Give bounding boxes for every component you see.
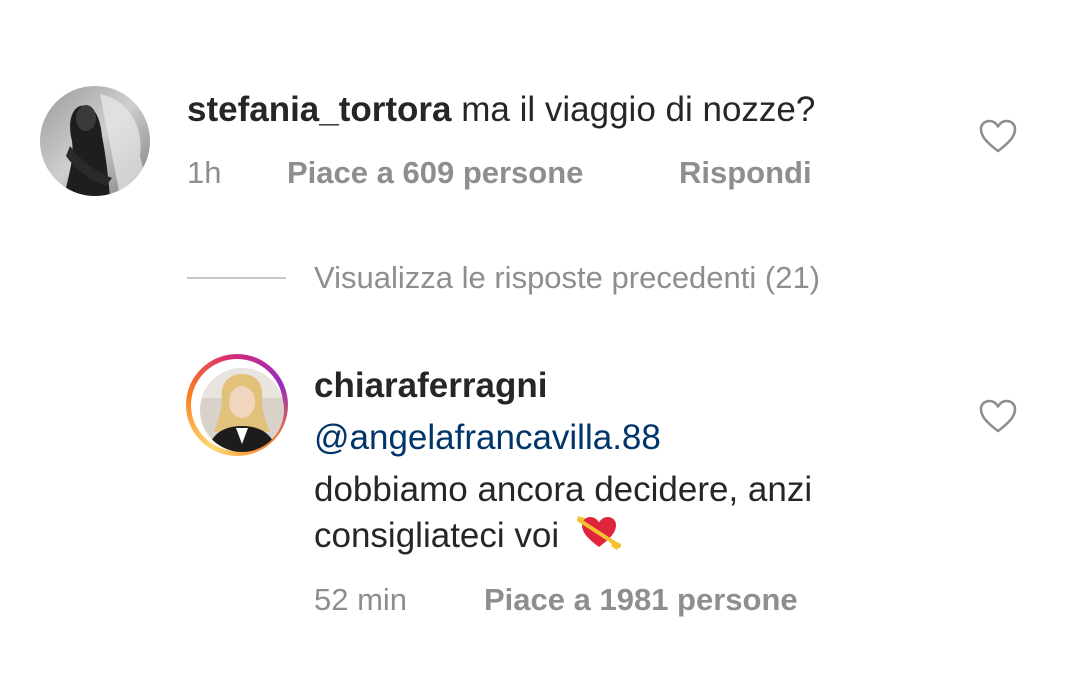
avatar[interactable] bbox=[40, 86, 150, 196]
comment-likes[interactable]: Piace a 1981 persone bbox=[484, 582, 798, 618]
view-previous-replies-button[interactable]: Visualizza le risposte precedenti (21) bbox=[314, 260, 820, 296]
story-ring[interactable] bbox=[186, 354, 288, 456]
comment-text: consigliateci voi bbox=[314, 516, 560, 555]
previous-comment-cutoff bbox=[380, 0, 720, 17]
profile-photo-icon bbox=[200, 368, 284, 452]
comment-likes[interactable]: Piace a 609 persone bbox=[287, 155, 583, 191]
mention-link[interactable]: @angelafrancavilla.88 bbox=[314, 416, 661, 460]
heart-with-arrow-emoji-icon bbox=[576, 514, 621, 561]
reply-button[interactable]: Rispondi bbox=[679, 155, 812, 191]
comment-text-line-1: dobbiamo ancora decidere, anzi bbox=[314, 470, 813, 509]
profile-photo-icon bbox=[40, 86, 150, 196]
replies-divider bbox=[187, 277, 286, 279]
comment-username[interactable]: chiaraferragni bbox=[314, 366, 547, 405]
comment-time: 52 min bbox=[314, 582, 408, 617]
comment-text: ma il viaggio di nozze? bbox=[461, 90, 816, 129]
comment-text-line-2: consigliateci voi bbox=[314, 514, 621, 561]
avatar[interactable] bbox=[200, 368, 284, 452]
comment-body: stefania_tortora ma il viaggio di nozze? bbox=[187, 88, 815, 132]
comment-username-line: chiaraferragni bbox=[314, 364, 547, 408]
comment-time: 1h bbox=[187, 155, 222, 190]
comment-username[interactable]: stefania_tortora bbox=[187, 90, 452, 129]
heart-outline-icon[interactable] bbox=[978, 398, 1018, 434]
heart-outline-icon[interactable] bbox=[978, 118, 1018, 154]
